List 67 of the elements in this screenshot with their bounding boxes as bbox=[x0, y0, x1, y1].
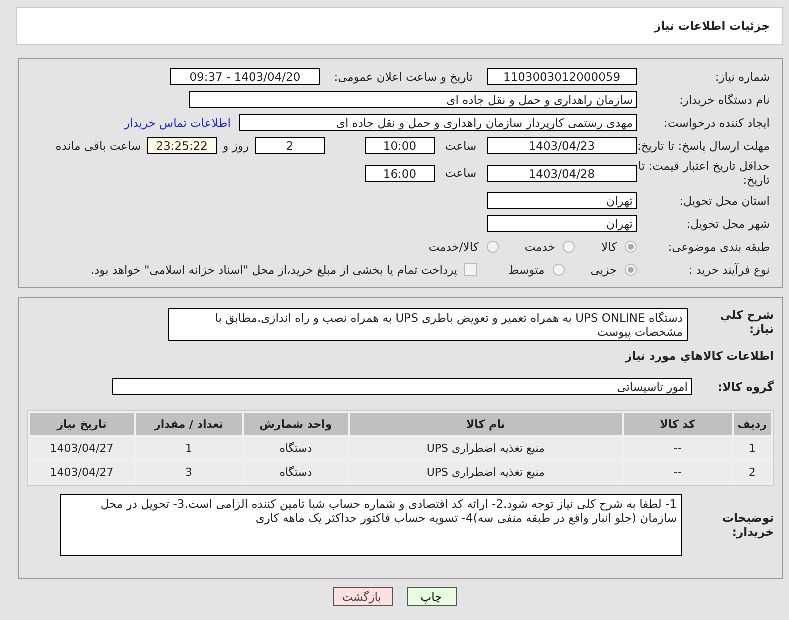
remaining-time-field: 23:25:22 bbox=[147, 137, 218, 154]
field-label: نوع فرآیند خرید : bbox=[688, 262, 771, 276]
goods-group-field: امور تاسیساتی bbox=[112, 378, 692, 395]
field-label: شماره نیاز: bbox=[714, 70, 771, 84]
radio-button[interactable] bbox=[552, 264, 565, 276]
table-cell: 1403/04/27 bbox=[30, 461, 134, 483]
page-title: جزئیات اطلاعات نیاز bbox=[654, 19, 770, 33]
contact-link[interactable]: اطلاعات تماس خریدار bbox=[124, 116, 231, 130]
column-header: کد کالا bbox=[624, 413, 732, 435]
table-cell: 2 bbox=[734, 461, 771, 483]
days-label: روز و bbox=[223, 138, 249, 152]
print-button[interactable]: چاپ bbox=[406, 587, 456, 606]
table-cell: -- bbox=[624, 437, 732, 459]
time-field: 16:00 bbox=[365, 164, 435, 182]
field-label: ایجاد کننده درخواست: bbox=[663, 116, 771, 130]
column-header: نام کالا bbox=[350, 413, 622, 435]
field-label: تاریخ و ساعت اعلان عمومی: bbox=[334, 70, 473, 84]
radio-label: متوسط bbox=[508, 262, 545, 276]
radio-label: کالا bbox=[601, 240, 617, 254]
table-cell: 1 bbox=[734, 437, 771, 459]
table-cell: 1 bbox=[136, 437, 242, 459]
radio-label: جزیی bbox=[590, 262, 617, 276]
radio-button[interactable] bbox=[563, 240, 576, 252]
radio-button[interactable] bbox=[625, 264, 637, 276]
section-title: اطلاعات کالاهاي مورد نياز bbox=[626, 348, 774, 365]
radio-button[interactable] bbox=[625, 240, 637, 252]
days-field: 2 bbox=[255, 137, 325, 154]
table-cell: دستگاه bbox=[244, 437, 348, 459]
table-cell: منبع تغذیه اضطراری UPS bbox=[350, 461, 622, 483]
description-textarea: دستگاه UPS ONLINE به همراه تعمیر و تعویض باطری UPS به همراه نصب و راه اندازی.مطابق با مشخصات پیوست bbox=[168, 308, 688, 341]
table-cell: 3 bbox=[136, 461, 242, 483]
checkbox[interactable] bbox=[464, 263, 477, 276]
city-field: تهران bbox=[487, 215, 637, 232]
buyer-org-field: سازمان راهداری و حمل و نقل جاده ای bbox=[189, 91, 637, 108]
date-field: 1403/04/23 bbox=[487, 137, 637, 154]
province-field: تهران bbox=[487, 192, 637, 209]
table-cell: -- bbox=[624, 461, 732, 483]
field-label: استان محل تحویل: bbox=[678, 194, 771, 208]
field-label: نام دستگاه خریدار: bbox=[678, 92, 771, 106]
checkbox-label: پرداخت تمام یا بخشی از مبلغ خرید،از محل "اسناد خزانه اسلامی" خواهد بود. bbox=[90, 262, 458, 276]
field-label: توضیحات خریدار: bbox=[722, 511, 774, 539]
back-button[interactable]: بازگشت bbox=[332, 587, 392, 606]
requester-field: مهدی رستمی کارپرداز سازمان راهداری و حمل و نقل جاده ای bbox=[239, 114, 637, 131]
time-label: ساعت bbox=[444, 166, 478, 180]
field-label: حداقل تاریخ اعتبار قیمت: تا تاریخ: bbox=[637, 159, 771, 187]
table-cell: منبع تغذیه اضطراری UPS bbox=[350, 437, 622, 459]
field-label: گروه کالا: bbox=[717, 380, 774, 394]
table-cell: دستگاه bbox=[244, 461, 348, 483]
date-field: 1403/04/28 bbox=[487, 164, 637, 182]
need-number-field: 1103003012000059 bbox=[487, 68, 637, 85]
column-header: تعداد / مقدار bbox=[136, 413, 242, 435]
time-label: ساعت bbox=[444, 138, 478, 152]
time-field: 10:00 bbox=[365, 137, 435, 154]
radio-label: کالا/خدمت bbox=[428, 240, 479, 254]
column-header: واحد شمارش bbox=[244, 413, 348, 435]
field-label: طبقه بندی موضوعی: bbox=[667, 240, 771, 254]
field-label: شرح کلي نياز: bbox=[719, 308, 774, 336]
radio-label: خدمت bbox=[524, 240, 556, 254]
radio-button[interactable] bbox=[486, 240, 499, 252]
column-header: تاریخ نیاز bbox=[30, 413, 134, 435]
table-cell: 1403/04/27 bbox=[30, 437, 134, 459]
field-label: شهر محل تحویل: bbox=[686, 216, 771, 230]
announce-date-field: 1403/04/20 - 09:37 bbox=[170, 68, 320, 85]
remaining-label: ساعت باقی مانده bbox=[56, 138, 142, 152]
column-header: ردیف bbox=[734, 413, 771, 435]
field-label: مهلت ارسال پاسخ: تا تاریخ: bbox=[637, 138, 771, 152]
buyer-notes-textarea: 1- لطفا به شرح کلی نیاز توجه شود.2- ارائه کد اقتصادی و شماره حساب شبا تامین کننده الزامی است.3- تحویل در محل سازمان (جلو انبار واقع در طبقه منفی سه)4- تسویه حساب فاکتور حداکثر یک ماهه کاری bbox=[60, 494, 682, 556]
